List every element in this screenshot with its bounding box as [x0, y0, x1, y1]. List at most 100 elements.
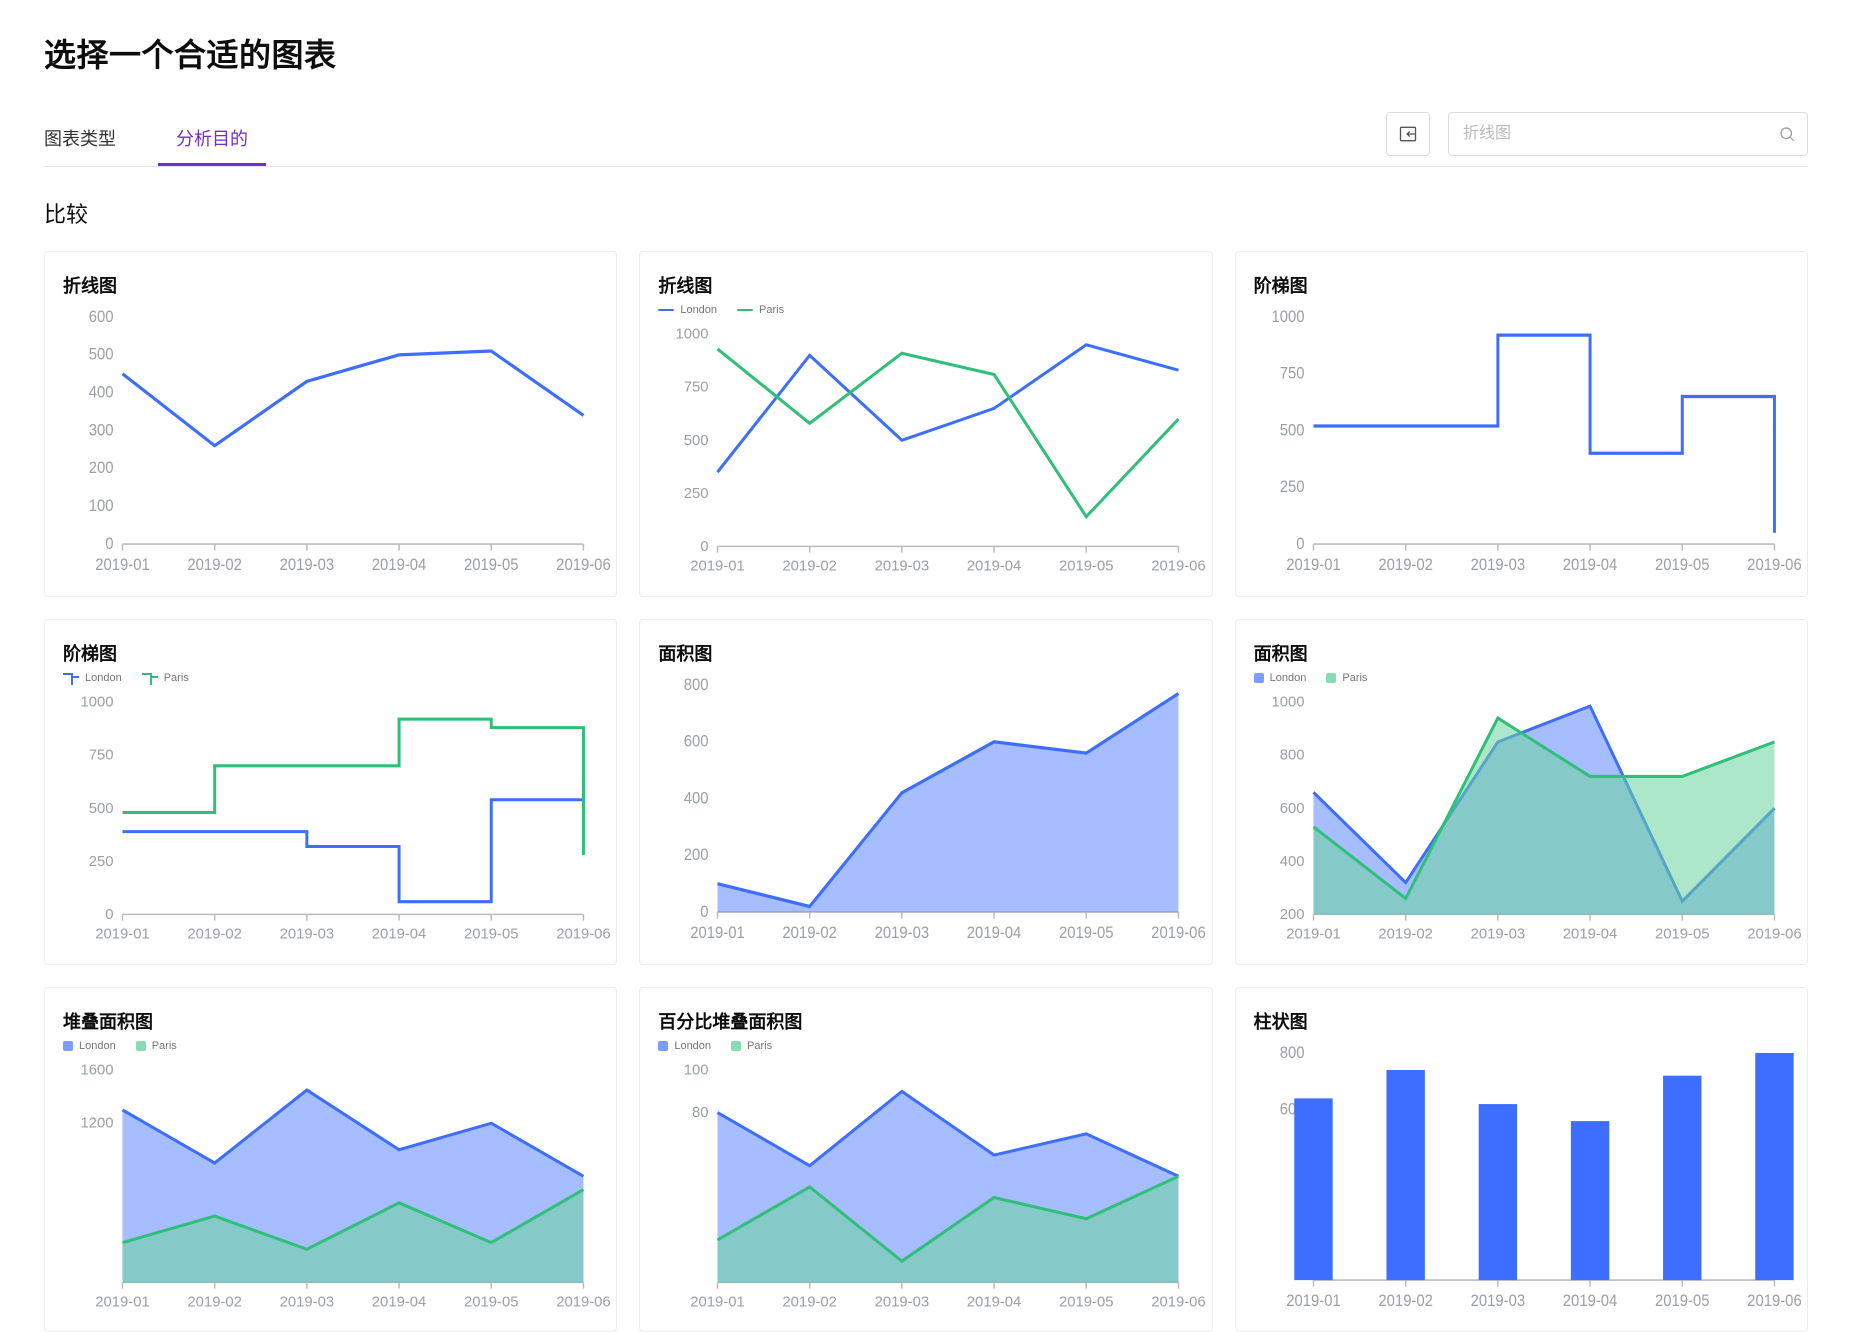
svg-text:2019-03: 2019-03 — [280, 925, 335, 942]
svg-text:200: 200 — [89, 460, 114, 478]
svg-text:600: 600 — [684, 733, 709, 751]
svg-text:2019-06: 2019-06 — [1152, 558, 1207, 575]
chart-card-area-single[interactable]: 面积图 02004006008002019-012019-022019-0320… — [639, 619, 1212, 965]
svg-text:2019-01: 2019-01 — [691, 924, 746, 942]
collapse-icon — [1398, 124, 1418, 144]
svg-text:2019-05: 2019-05 — [1059, 558, 1114, 575]
svg-text:400: 400 — [1279, 853, 1304, 870]
svg-text:2019-03: 2019-03 — [1470, 1292, 1525, 1310]
svg-text:2019-03: 2019-03 — [875, 924, 930, 942]
svg-text:2019-06: 2019-06 — [556, 556, 611, 574]
svg-text:2019-02: 2019-02 — [783, 924, 838, 942]
chart-card-title: 堆叠面积图 — [63, 1008, 598, 1034]
tabs: 图表类型 分析目的 — [44, 113, 248, 165]
svg-text:200: 200 — [1279, 906, 1304, 923]
svg-text:2019-02: 2019-02 — [783, 558, 838, 575]
svg-text:2019-04: 2019-04 — [1562, 1292, 1617, 1310]
chart-legend: London Paris — [63, 672, 598, 684]
svg-text:2019-03: 2019-03 — [875, 558, 930, 575]
svg-text:2019-01: 2019-01 — [95, 556, 150, 574]
svg-text:300: 300 — [89, 422, 114, 440]
svg-text:200: 200 — [684, 846, 709, 864]
toolbar: 图表类型 分析目的 — [44, 112, 1808, 167]
svg-text:800: 800 — [1279, 746, 1304, 763]
svg-text:250: 250 — [684, 485, 709, 502]
chart-card-bar[interactable]: 柱状图 6008002019-012019-022019-032019-0420… — [1235, 987, 1808, 1332]
chart-card-step-multi[interactable]: 阶梯图 London Paris 0 250 500 750 1000 2019-01 20… — [44, 619, 617, 965]
svg-text:2019-04: 2019-04 — [967, 558, 1022, 575]
svg-text:2019-01: 2019-01 — [95, 925, 150, 942]
svg-text:2019-06: 2019-06 — [1747, 925, 1802, 942]
svg-text:0: 0 — [105, 906, 113, 923]
chart-legend: London Paris — [1254, 672, 1789, 684]
chart-card-stacked-area[interactable]: 堆叠面积图 London Paris 1200 1600 2019-01 2019-0… — [44, 987, 617, 1332]
svg-text:400: 400 — [89, 384, 114, 402]
svg-text:2019-02: 2019-02 — [187, 1293, 242, 1310]
svg-text:2019-05: 2019-05 — [1655, 1292, 1710, 1310]
svg-text:2019-01: 2019-01 — [691, 1293, 746, 1310]
svg-text:2019-03: 2019-03 — [1470, 556, 1525, 574]
chart-card-line-multi[interactable]: 折线图 London Paris 025050075010002019-0120… — [639, 251, 1212, 597]
svg-text:2019-06: 2019-06 — [1747, 556, 1802, 574]
chart-legend: London Paris — [658, 304, 1193, 316]
collapse-button[interactable] — [1386, 112, 1430, 156]
svg-text:250: 250 — [89, 853, 114, 870]
svg-text:2019-01: 2019-01 — [1286, 1292, 1341, 1310]
svg-text:80: 80 — [692, 1104, 709, 1121]
svg-text:250: 250 — [1279, 479, 1304, 497]
svg-text:2019-03: 2019-03 — [1470, 925, 1525, 942]
svg-text:2019-05: 2019-05 — [1655, 925, 1710, 942]
svg-text:2019-02: 2019-02 — [783, 1293, 838, 1310]
svg-text:2019-06: 2019-06 — [556, 1293, 611, 1310]
svg-text:1600: 1600 — [81, 1061, 114, 1078]
svg-text:2019-03: 2019-03 — [875, 1293, 930, 1310]
svg-text:2019-05: 2019-05 — [1655, 556, 1710, 574]
svg-text:800: 800 — [684, 676, 709, 694]
svg-text:2019-04: 2019-04 — [1562, 556, 1617, 574]
svg-text:2019-02: 2019-02 — [187, 925, 242, 942]
svg-text:750: 750 — [1279, 365, 1304, 383]
tab-analysis-goal[interactable]: 分析目的 — [176, 113, 248, 165]
svg-text:2019-04: 2019-04 — [372, 1293, 427, 1310]
chart-card-title: 折线图 — [658, 272, 1193, 298]
search-box — [1448, 112, 1808, 156]
svg-text:1000: 1000 — [81, 693, 114, 710]
chart-card-title: 折线图 — [63, 272, 598, 298]
svg-text:0: 0 — [105, 535, 114, 553]
svg-text:1000: 1000 — [1271, 308, 1304, 326]
svg-text:500: 500 — [1279, 422, 1304, 440]
svg-text:1000: 1000 — [676, 326, 709, 343]
svg-text:2019-01: 2019-01 — [95, 1293, 150, 1310]
chart-card-title: 百分比堆叠面积图 — [658, 1008, 1193, 1034]
svg-text:100: 100 — [89, 498, 114, 516]
svg-text:2019-05: 2019-05 — [1059, 924, 1114, 942]
svg-text:2019-04: 2019-04 — [1562, 925, 1617, 942]
svg-text:1000: 1000 — [1271, 693, 1304, 710]
svg-text:2019-06: 2019-06 — [1152, 924, 1207, 942]
svg-text:2019-06: 2019-06 — [1152, 1293, 1207, 1310]
chart-legend: London Paris — [63, 1040, 598, 1052]
chart-card-title: 面积图 — [658, 640, 1193, 666]
chart-grid-row3: 堆叠面积图 London Paris 1200 1600 2019-01 2019-0… — [44, 987, 1808, 1332]
chart-card-line-single[interactable]: 折线图 01002003004005006002019-012019-02201… — [44, 251, 617, 597]
svg-text:2019-02: 2019-02 — [1378, 556, 1433, 574]
chart-card-percent-stacked-area[interactable]: 百分比堆叠面积图 London Paris 801002019-012019-0… — [639, 987, 1212, 1332]
chart-card-title: 面积图 — [1254, 640, 1789, 666]
svg-text:0: 0 — [701, 538, 709, 555]
svg-text:2019-02: 2019-02 — [187, 556, 242, 574]
svg-text:400: 400 — [684, 790, 709, 808]
svg-text:2019-01: 2019-01 — [1286, 925, 1341, 942]
svg-text:600: 600 — [89, 308, 114, 326]
search-input[interactable] — [1448, 112, 1808, 156]
svg-text:500: 500 — [89, 799, 114, 816]
svg-text:2019-04: 2019-04 — [372, 925, 427, 942]
chart-card-title: 柱状图 — [1254, 1008, 1789, 1034]
chart-card-title: 阶梯图 — [1254, 272, 1789, 298]
svg-text:1200: 1200 — [81, 1114, 114, 1131]
svg-text:750: 750 — [89, 746, 114, 763]
chart-card-area-multi[interactable]: 面积图 London Paris 20040060080010002019-01… — [1235, 619, 1808, 965]
svg-text:2019-06: 2019-06 — [1747, 1292, 1802, 1310]
tab-chart-type[interactable]: 图表类型 — [44, 113, 116, 165]
chart-card-title: 阶梯图 — [63, 640, 598, 666]
chart-card-step-single[interactable]: 阶梯图 025050075010002019-012019-022019-032… — [1235, 251, 1808, 597]
